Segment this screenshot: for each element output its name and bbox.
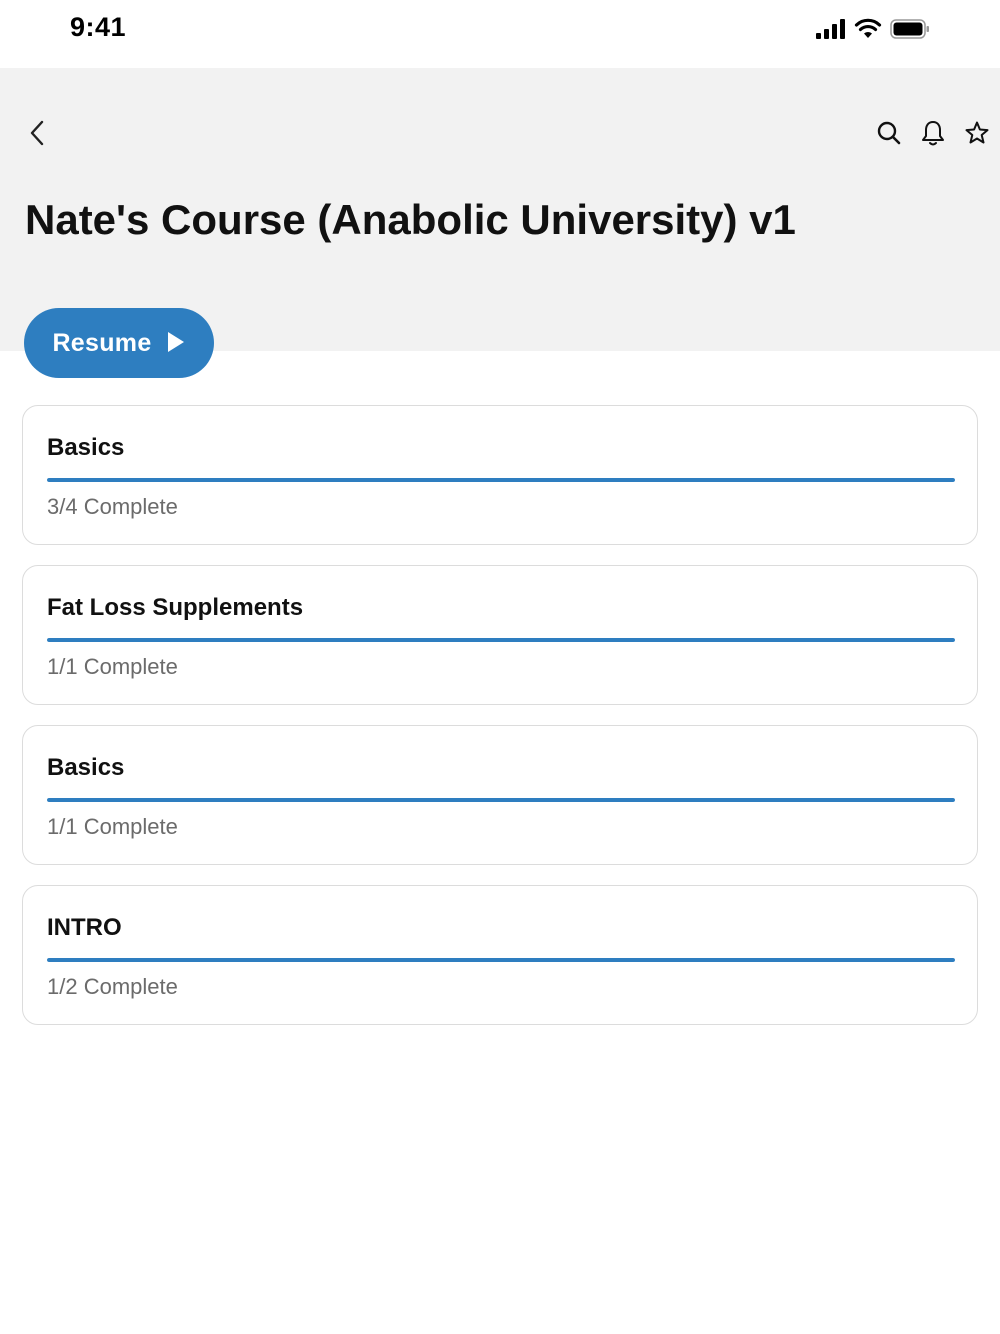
search-icon (876, 120, 902, 151)
star-icon (964, 120, 990, 151)
bell-icon (920, 119, 946, 152)
section-card-basics-2[interactable]: Basics 1/1 Complete (22, 725, 978, 865)
resume-label: Resume (52, 328, 152, 357)
favorite-button[interactable] (962, 118, 992, 152)
section-title: INTRO (47, 914, 122, 941)
progress-bar (47, 478, 955, 482)
section-title: Basics (47, 434, 125, 461)
nav-actions (874, 118, 992, 152)
section-card-intro[interactable]: INTRO 1/2 Complete (22, 885, 978, 1025)
battery-icon (890, 18, 930, 45)
section-status: 1/1 Complete (47, 814, 178, 839)
progress-bar (47, 638, 955, 642)
resume-button[interactable]: Resume (24, 308, 214, 378)
progress-fill (47, 478, 955, 482)
play-icon (166, 330, 186, 357)
page-title: Nate's Course (Anabolic University) v1 (25, 196, 796, 243)
search-button[interactable] (874, 118, 904, 152)
wifi-icon (854, 18, 882, 45)
section-status: 1/2 Complete (47, 974, 178, 999)
section-title: Basics (47, 754, 125, 781)
progress-bar (47, 798, 955, 802)
section-status: 3/4 Complete (47, 494, 178, 519)
section-title: Fat Loss Supplements (47, 594, 304, 621)
progress-bar (47, 958, 955, 962)
progress-fill (47, 638, 955, 642)
section-card-fat-loss-supplements[interactable]: Fat Loss Supplements 1/1 Complete (22, 565, 978, 705)
progress-fill (47, 958, 955, 962)
status-bar: 9:41 (0, 0, 1000, 68)
notifications-button[interactable] (918, 118, 948, 152)
section-list: Basics 3/4 Complete Fat Loss Supplements… (22, 405, 978, 1045)
chevron-left-icon (28, 119, 46, 152)
section-status: 1/1 Complete (47, 654, 178, 679)
progress-fill (47, 798, 955, 802)
cellular-signal-icon (816, 19, 846, 44)
status-time: 9:41 (70, 12, 127, 42)
section-card-basics[interactable]: Basics 3/4 Complete (22, 405, 978, 545)
back-button[interactable] (22, 118, 52, 152)
status-icons (816, 18, 930, 45)
